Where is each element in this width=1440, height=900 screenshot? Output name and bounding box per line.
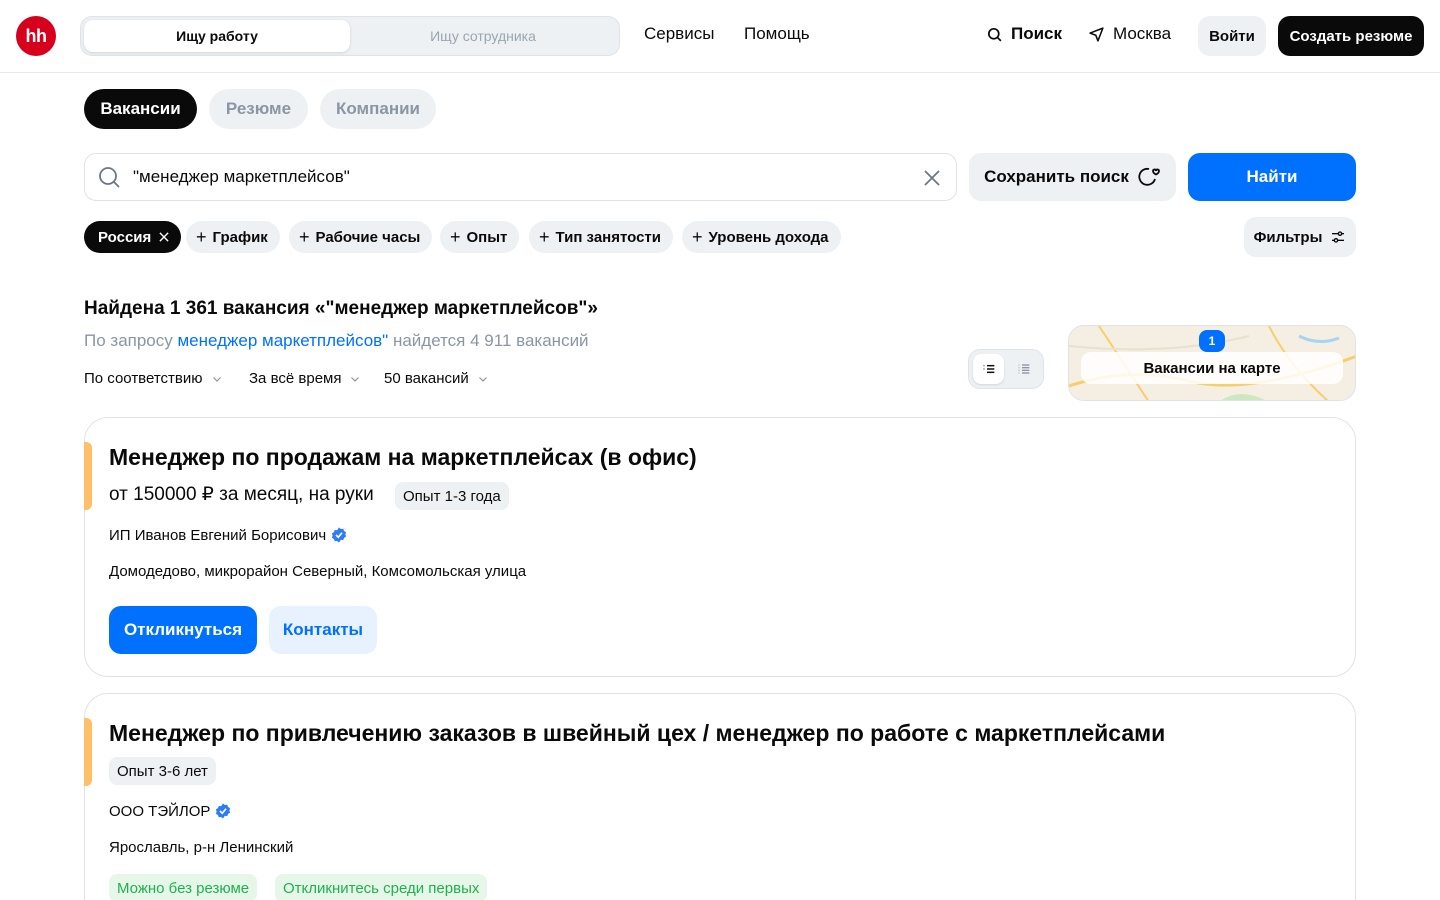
nav-services[interactable]: Сервисы	[644, 24, 714, 44]
chip-region-label: Россия	[98, 228, 152, 246]
company-name-label: ООО ТЭЙЛОР	[109, 802, 211, 820]
chip-income[interactable]: + Уровень дохода	[682, 221, 841, 253]
nav-help-label: Помощь	[744, 24, 810, 43]
chip-income-label: Уровень дохода	[708, 228, 829, 246]
vacancy-card: Менеджер по продажам на маркетплейсах (в…	[84, 417, 1356, 677]
tab-companies[interactable]: Компании	[320, 89, 436, 129]
chip-employment[interactable]: + Тип занятости	[529, 221, 673, 253]
query-suggestion: По запросу менеджер маркетплейсов" найде…	[84, 331, 589, 351]
site-header: hh Ищу работу Ищу сотрудника Сервисы Пом…	[0, 0, 1440, 73]
mode-switch: Ищу работу Ищу сотрудника	[80, 16, 620, 56]
nav-services-label: Сервисы	[644, 24, 715, 43]
vacancy-title[interactable]: Менеджер по продажам на маркетплейсах (в…	[109, 444, 697, 471]
list-view-button[interactable]	[973, 354, 1004, 384]
chip-experience-label: Опыт	[466, 228, 508, 246]
chip-experience[interactable]: + Опыт	[440, 221, 520, 253]
nav-city-label: Москва	[1113, 24, 1172, 43]
results-count: Найдена 1 361 вакансия «"менеджер маркет…	[84, 298, 598, 319]
chevron-down-icon	[478, 376, 487, 382]
sort-count-label: 50 вакансий	[384, 370, 469, 387]
search-icon	[99, 167, 120, 188]
experience-badge: Опыт 1-3 года	[395, 482, 509, 510]
save-search-button[interactable]: Сохранить поиск	[969, 153, 1176, 201]
company-name-label: ИП Иванов Евгений Борисович	[109, 526, 327, 544]
find-button[interactable]: Найти	[1188, 153, 1356, 201]
verified-badge-icon	[216, 803, 231, 819]
highlight-stripe	[84, 718, 92, 786]
view-toggle	[968, 349, 1044, 389]
search-box	[84, 153, 957, 201]
sort-relevance-dropdown[interactable]: По соответствию	[84, 370, 223, 387]
filters-button[interactable]: Фильтры	[1244, 217, 1356, 257]
suggest-suffix: найдется 4 911 вакансий	[388, 331, 589, 350]
suggest-link[interactable]: менеджер маркетплейсов"	[177, 331, 388, 350]
save-search-label: Сохранить поиск	[984, 167, 1129, 186]
nav-search-label: Поиск	[1011, 24, 1063, 43]
no-resume-badge: Можно без резюме	[109, 874, 258, 900]
vacancy-title[interactable]: Менеджер по привлечению заказов в швейны…	[109, 720, 1165, 747]
verified-badge-icon	[332, 527, 347, 543]
chip-schedule-label: График	[212, 228, 268, 246]
map-card[interactable]: 1 Вакансии на карте	[1068, 325, 1356, 401]
heart-refresh-icon	[1138, 167, 1160, 186]
nav-help[interactable]: Помощь	[744, 24, 810, 44]
login-button[interactable]: Войти	[1198, 16, 1266, 56]
nav-search[interactable]: Поиск	[986, 24, 1062, 44]
tab-resumes[interactable]: Резюме	[209, 89, 308, 129]
list-icon	[983, 364, 994, 374]
chip-region[interactable]: Россия	[84, 221, 182, 253]
chevron-down-icon	[351, 376, 360, 382]
mode-job-seeker[interactable]: Ищу работу	[84, 20, 350, 52]
plus-icon: +	[299, 227, 310, 247]
company-name[interactable]: ООО ТЭЙЛОР	[109, 802, 232, 820]
create-resume-button[interactable]: Создать резюме	[1278, 16, 1424, 56]
vacancy-card: Менеджер по привлечению заказов в швейны…	[84, 693, 1356, 900]
tab-vacancies[interactable]: Вакансии	[84, 89, 197, 129]
map-pin[interactable]: 1	[1199, 330, 1225, 352]
sort-relevance-label: По соответствию	[84, 370, 203, 387]
sort-time-label: За всё время	[249, 370, 342, 387]
filters-label: Фильтры	[1253, 228, 1323, 246]
plus-icon: +	[450, 227, 461, 247]
contacts-button[interactable]: Контакты	[269, 606, 377, 654]
company-name[interactable]: ИП Иванов Евгений Борисович	[109, 526, 348, 544]
vacancy-address: Домодедово, микрорайон Северный, Комсомо…	[109, 563, 527, 580]
chip-hours-label: Рабочие часы	[315, 228, 421, 246]
respond-first-badge: Откликнитесь среди первых	[275, 874, 488, 900]
plus-icon: +	[539, 227, 550, 247]
compact-view-button[interactable]	[1008, 354, 1039, 384]
sliders-icon	[1332, 231, 1345, 243]
search-icon	[987, 27, 1002, 41]
chip-hours[interactable]: + Рабочие часы	[289, 221, 433, 253]
sort-count-dropdown[interactable]: 50 вакансий	[384, 370, 489, 387]
hh-logo[interactable]: hh	[16, 16, 56, 56]
compact-list-icon	[1018, 364, 1029, 374]
plus-icon: +	[196, 227, 207, 247]
mode-employer[interactable]: Ищу сотрудника	[350, 20, 616, 52]
plus-icon: +	[692, 227, 703, 247]
experience-badge: Опыт 3-6 лет	[109, 757, 216, 785]
clear-icon[interactable]	[920, 166, 944, 190]
apply-button[interactable]: Откликнуться	[109, 606, 257, 654]
map-card-label: Вакансии на карте	[1081, 352, 1343, 384]
search-input[interactable]	[133, 167, 893, 187]
sort-time-dropdown[interactable]: За всё время	[249, 370, 361, 387]
suggest-prefix: По запросу	[84, 331, 178, 350]
chevron-down-icon	[212, 376, 221, 382]
vacancy-salary: от 150000 ₽ за месяц, на руки	[109, 484, 374, 505]
close-icon[interactable]	[157, 230, 171, 244]
chip-employment-label: Тип занятости	[555, 228, 661, 246]
location-arrow-icon	[1089, 26, 1104, 42]
highlight-stripe	[84, 442, 92, 510]
nav-city[interactable]: Москва	[1088, 24, 1171, 44]
vacancy-address: Ярославль, р-н Ленинский	[109, 839, 294, 856]
chip-schedule[interactable]: + График	[186, 221, 280, 253]
